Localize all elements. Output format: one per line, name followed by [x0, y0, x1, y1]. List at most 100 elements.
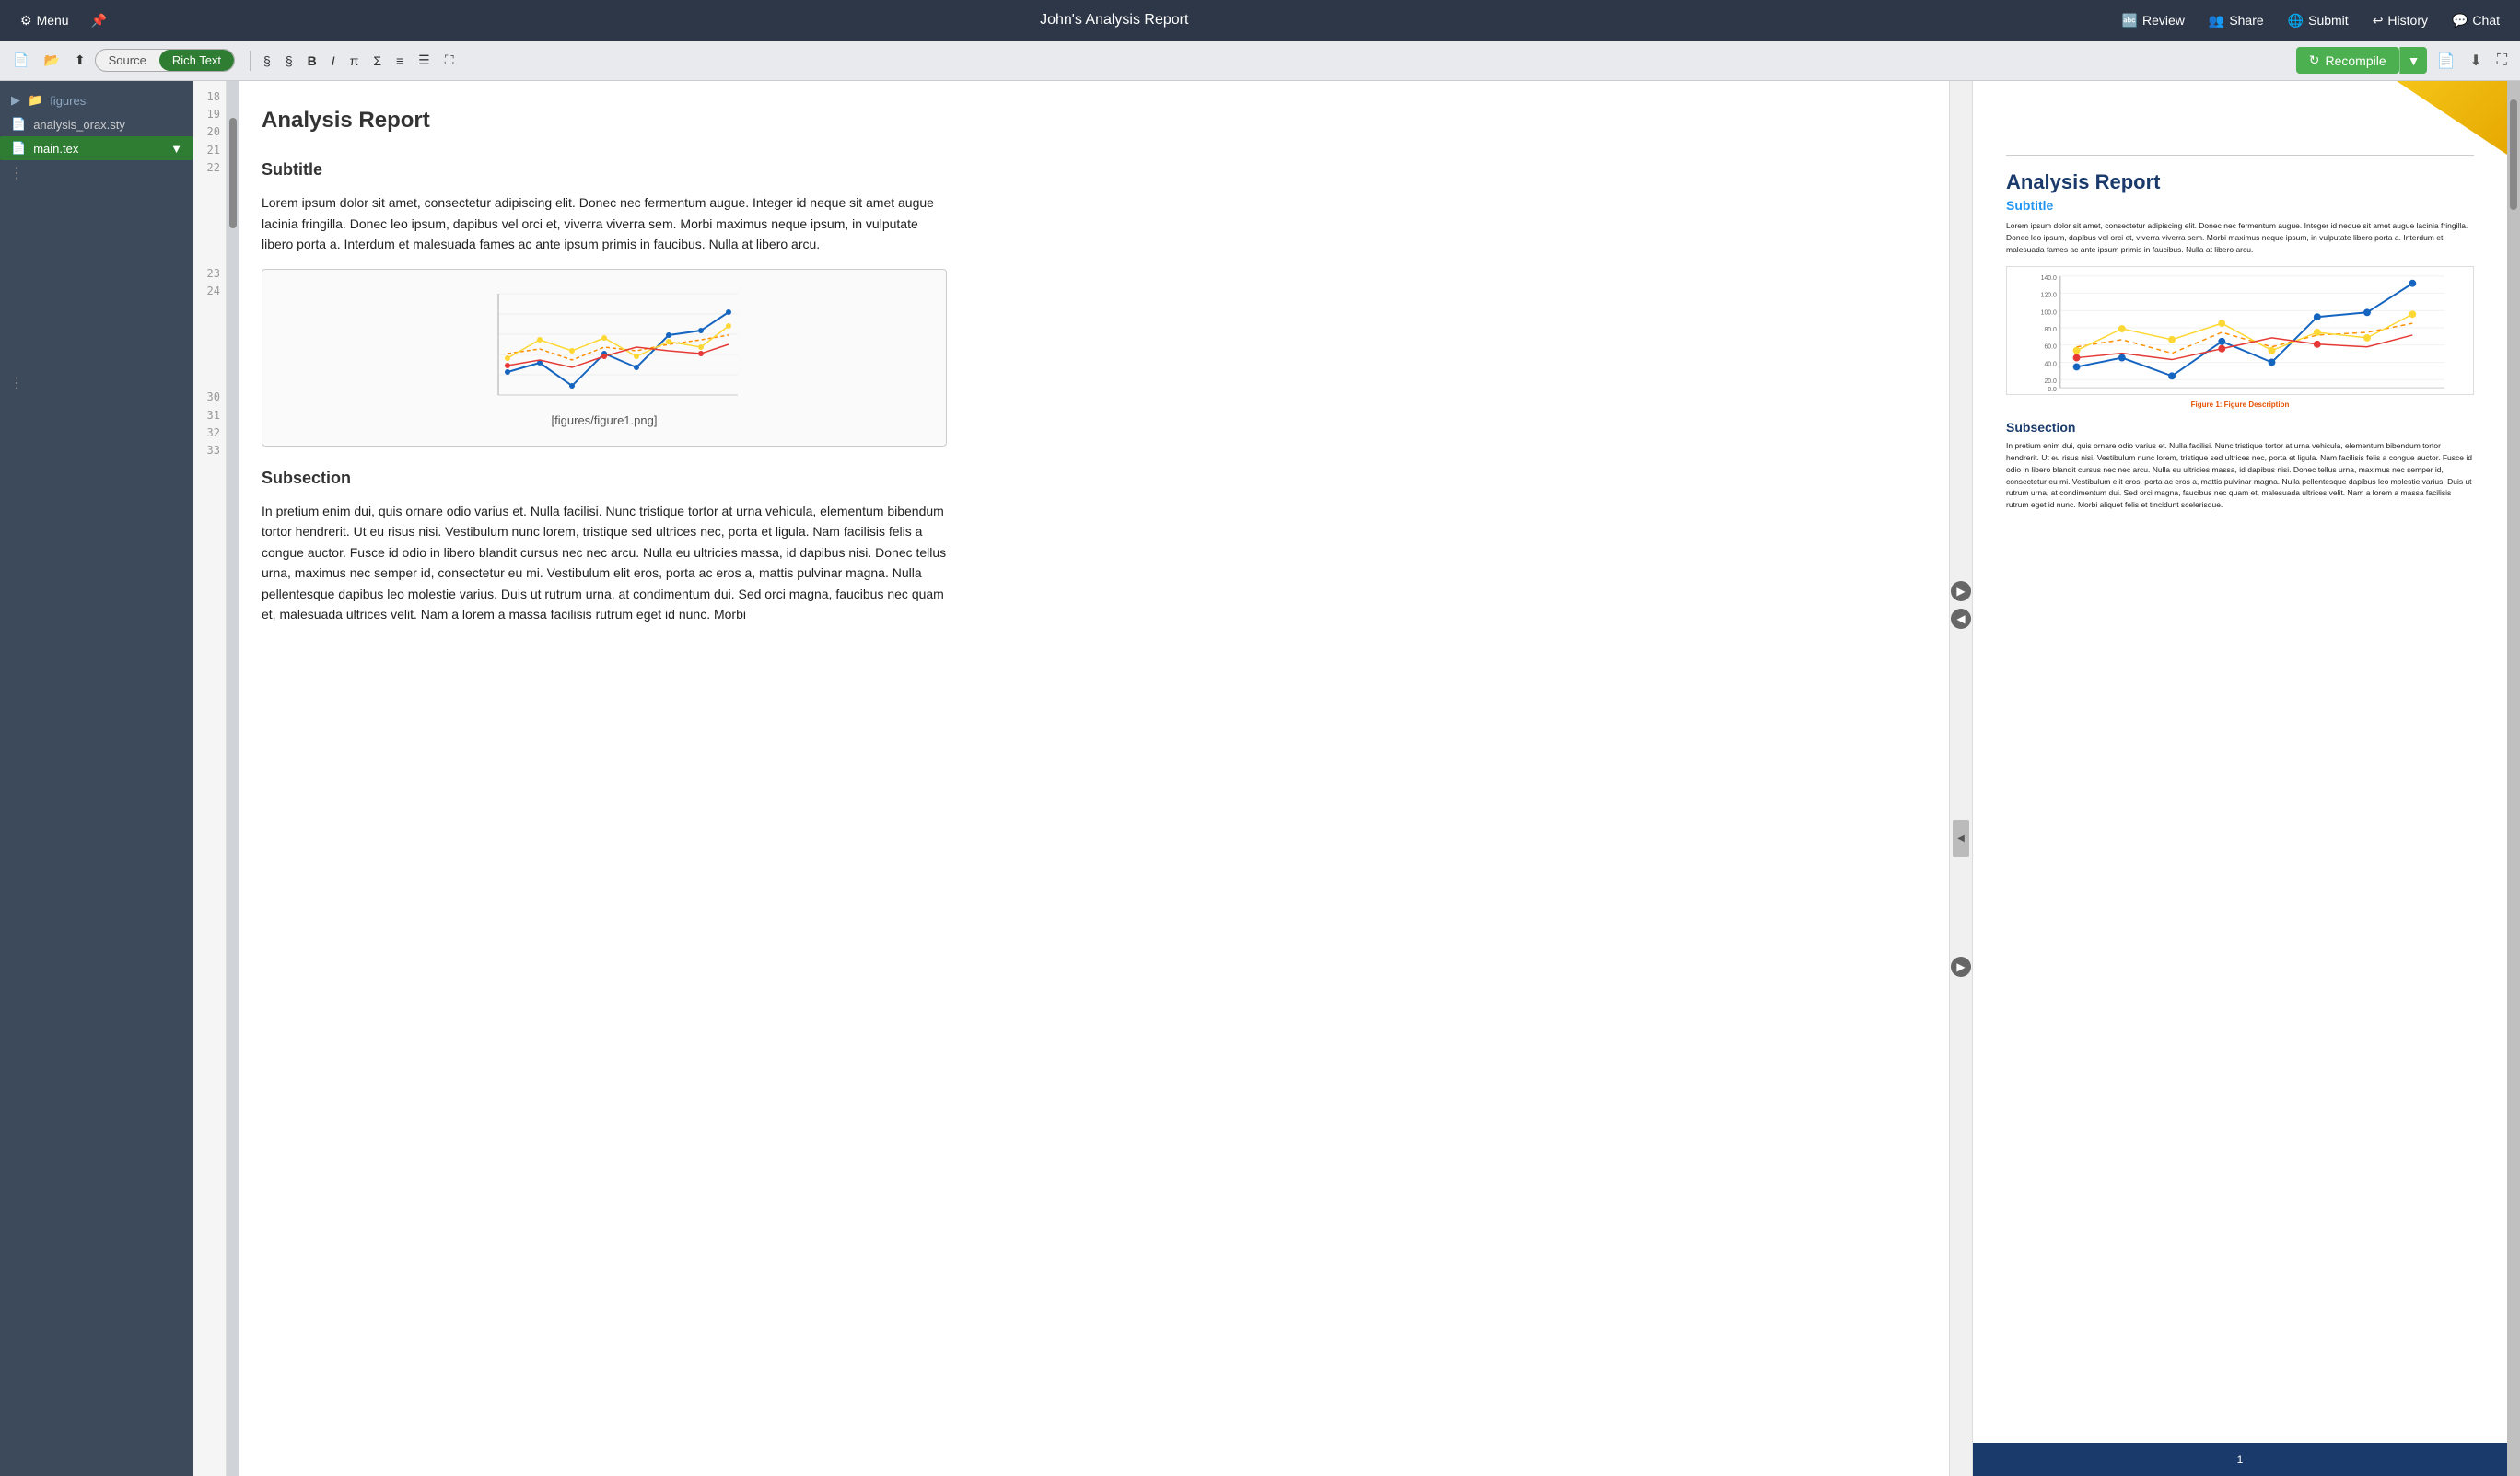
sidebar-dots-1[interactable]: ⋮: [0, 160, 193, 186]
nav-left: ⚙ Menu 📌: [11, 9, 116, 32]
sidebar-item-maintex[interactable]: 📄 main.tex ▼: [0, 136, 193, 160]
collapse-right-button[interactable]: ⛶: [2491, 49, 2513, 73]
editor-para1[interactable]: Lorem ipsum dolor sit amet, consectetur …: [262, 192, 947, 254]
history-label: History: [2387, 13, 2428, 28]
svg-text:0.0: 0.0: [2048, 387, 2057, 393]
italic-button[interactable]: I: [326, 50, 341, 72]
sidebar-label-maintex: main.tex: [33, 142, 78, 156]
collapse-panel-button[interactable]: ◀: [1953, 820, 1969, 857]
editor-area: 18 19 20 21 22 23 24 30 31 32 33 Analysi…: [193, 81, 1949, 1476]
review-label: Review: [2142, 13, 2185, 28]
sidebar-label-sty: analysis_orax.sty: [33, 118, 125, 132]
svg-text:40.0: 40.0: [2044, 362, 2057, 368]
editor-scroll-thumb: [229, 118, 237, 228]
list-ordered-button[interactable]: ☰: [413, 49, 436, 72]
nav-right: 🔤 Review 👥 Share 🌐 Submit ↩ History 💬 Ch…: [2113, 9, 2509, 32]
pi-button[interactable]: π: [344, 50, 365, 72]
recompile-button[interactable]: ↻ Recompile: [2296, 47, 2399, 74]
sidebar-dots-2[interactable]: ⋮: [0, 370, 193, 396]
chevron-down-icon: ▼: [170, 142, 182, 156]
submit-button[interactable]: 🌐 Submit: [2279, 9, 2358, 32]
figure-caption: [figures/figure1.png]: [277, 412, 931, 431]
pdf-view-button[interactable]: 📄: [2431, 48, 2460, 74]
pdf-title: Analysis Report: [2006, 170, 2474, 194]
pdf-page-number: 1: [2237, 1453, 2244, 1466]
review-button[interactable]: 🔤 Review: [2113, 9, 2194, 32]
pdf-top-divider: [2006, 155, 2474, 156]
pdf-subtitle: Subtitle: [2006, 198, 2474, 213]
pdf-subsection-title: Subsection: [2006, 420, 2474, 435]
upload-button[interactable]: ⬆: [69, 49, 91, 72]
share-button[interactable]: 👥 Share: [2199, 9, 2273, 32]
editor-scrollbar[interactable]: [227, 81, 239, 1476]
new-file-button[interactable]: 📄: [7, 49, 34, 72]
source-richtext-toggle: Source Rich Text: [95, 49, 235, 72]
sidebar-item-figures[interactable]: ▶ 📁 figures: [0, 88, 193, 112]
editor-para2[interactable]: In pretium enim dui, quis ornare odio va…: [262, 501, 947, 624]
chat-label: Chat: [2472, 13, 2500, 28]
recompile-icon: ↻: [2309, 52, 2320, 68]
richtext-toggle-btn[interactable]: Rich Text: [159, 50, 234, 71]
pin-button[interactable]: 📌: [82, 9, 116, 32]
chevron-right-icon: ▶: [11, 93, 20, 108]
pdf-page[interactable]: Analysis Report Subtitle Lorem ipsum dol…: [1973, 81, 2507, 1443]
section-btn-1[interactable]: §: [258, 50, 276, 72]
menu-button[interactable]: ⚙ Menu: [11, 9, 78, 32]
share-icon: 👥: [2209, 13, 2224, 29]
separator-1: [250, 51, 251, 71]
arrow-right-2-button[interactable]: ▶: [1951, 957, 1971, 977]
svg-text:80.0: 80.0: [2044, 327, 2057, 333]
pdf-header-accent: [2397, 81, 2507, 155]
editor-content: Analysis Report Subtitle Lorem ipsum dol…: [239, 81, 976, 667]
toolbar: 📄 📂 ⬆ Source Rich Text § § B I π Σ ≡ ☰ ⛶…: [0, 41, 2520, 81]
pdf-scroll-thumb: [2510, 99, 2517, 210]
svg-text:140.0: 140.0: [2041, 275, 2057, 282]
pdf-body2: In pretium enim dui, quis ornare odio va…: [2006, 440, 2474, 511]
recompile-dropdown-button[interactable]: ▼: [2399, 47, 2428, 74]
submit-label: Submit: [2308, 13, 2349, 28]
share-label: Share: [2229, 13, 2263, 28]
sidebar-label-figures: figures: [50, 94, 86, 108]
source-toggle-btn[interactable]: Source: [96, 50, 159, 71]
arrow-left-button[interactable]: ◀: [1951, 609, 1971, 629]
top-navigation: ⚙ Menu 📌 John's Analysis Report 🔤 Review…: [0, 0, 2520, 41]
main-content: ▶ 📁 figures 📄 analysis_orax.sty 📄 main.t…: [0, 81, 2520, 1476]
svg-text:60.0: 60.0: [2044, 344, 2057, 351]
panel-nav-arrows: ▶ ◀ ◀ ▶: [1949, 81, 1973, 1476]
file-icon: 📄: [11, 117, 26, 132]
folder-icon: 📁: [28, 93, 42, 108]
chat-icon: 💬: [2452, 13, 2468, 29]
pdf-body1: Lorem ipsum dolor sit amet, consectetur …: [2006, 220, 2474, 255]
pin-icon: 📌: [91, 13, 107, 29]
pdf-scrollbar[interactable]: [2507, 81, 2520, 1476]
editor-scroll[interactable]: Analysis Report Subtitle Lorem ipsum dol…: [239, 81, 1949, 1476]
bold-button[interactable]: B: [302, 50, 322, 72]
section-btn-2[interactable]: §: [280, 50, 298, 72]
pdf-page-inner: Analysis Report Subtitle Lorem ipsum dol…: [1973, 81, 2507, 550]
editor-subsection: Subsection: [262, 465, 947, 492]
recompile-label: Recompile: [2325, 53, 2386, 68]
menu-label: Menu: [37, 13, 69, 28]
chat-button[interactable]: 💬 Chat: [2443, 9, 2509, 32]
sidebar: ▶ 📁 figures 📄 analysis_orax.sty 📄 main.t…: [0, 81, 193, 1476]
line-numbers: 18 19 20 21 22 23 24 30 31 32 33: [193, 81, 227, 1476]
download-button[interactable]: ⬇: [2464, 48, 2487, 74]
recompile-group: ↻ Recompile ▼: [2296, 47, 2428, 74]
list-unordered-button[interactable]: ≡: [391, 50, 409, 72]
open-folder-button[interactable]: 📂: [38, 49, 64, 72]
svg-text:120.0: 120.0: [2041, 293, 2057, 299]
history-button[interactable]: ↩ History: [2363, 9, 2437, 32]
sidebar-item-sty[interactable]: 📄 analysis_orax.sty: [0, 112, 193, 136]
editor-subtitle: Subtitle: [262, 157, 947, 183]
menu-icon: ⚙: [20, 13, 32, 29]
pdf-footer: 1: [1973, 1443, 2507, 1476]
arrow-right-button[interactable]: ▶: [1951, 581, 1971, 601]
pdf-figure-caption: Figure 1: Figure Description: [2006, 401, 2474, 409]
fullscreen-button[interactable]: ⛶: [439, 49, 460, 72]
figure-box: [figures/figure1.png]: [262, 269, 947, 447]
file-active-icon: 📄: [11, 141, 26, 156]
pdf-chart: 140.0 120.0 100.0 80.0 60.0 40.0 20.0 0.…: [2006, 266, 2474, 395]
sigma-button[interactable]: Σ: [368, 50, 387, 72]
editor-chart: [471, 285, 738, 404]
svg-text:100.0: 100.0: [2041, 310, 2057, 317]
